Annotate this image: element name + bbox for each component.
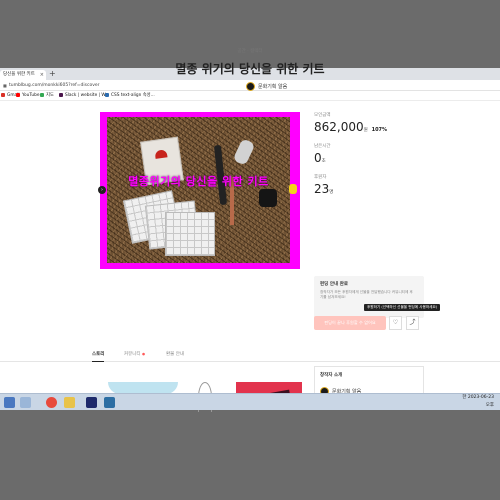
sticker-sheet <box>165 212 215 256</box>
url-text[interactable]: tumblbug.com/monkki605?ref=discover <box>9 80 100 91</box>
tab-story[interactable]: 스토리 <box>92 348 105 362</box>
kit-device <box>259 189 277 207</box>
chrome-icon[interactable] <box>46 397 57 408</box>
system-tray[interactable]: 한 2023-06-23 오후 <box>462 394 494 410</box>
project-photo: 멸종위기의 당신을 위한 키트 <box>107 117 290 263</box>
share-icon[interactable]: ⤴ <box>406 316 419 330</box>
backers-count: 23명 <box>314 182 334 196</box>
kit-tool <box>232 138 256 166</box>
image-overlay-text: 멸종위기의 당신을 위한 키트 <box>128 175 269 188</box>
folder-icon[interactable] <box>64 397 75 408</box>
remaining-label: 남은시간 <box>314 144 331 149</box>
raised-label: 모인금액 <box>314 113 331 118</box>
bookmark-maps[interactable]: 지도 <box>40 91 54 101</box>
tooltip: 후원하기 (선택하신 선물을 펀딩에 사용하세요) <box>364 304 441 311</box>
slack-icon <box>59 92 63 97</box>
back-project-button[interactable]: 펀딩이 끝나 후원할 수 없어요 <box>314 316 386 330</box>
lock-icon: ■ <box>3 83 7 88</box>
project-image: 멸종위기의 당신을 위한 키트 › <box>98 112 300 269</box>
project-tabs: 스토리 커뮤니티 ● 환불 안내 <box>0 348 500 362</box>
photoshop-icon[interactable] <box>86 397 97 408</box>
remaining-time: 0초 <box>314 151 326 165</box>
backers-label: 후원자 <box>314 175 327 180</box>
notification-badge: ● <box>142 352 146 356</box>
heart-icon[interactable]: ♡ <box>389 316 402 330</box>
prev-image-icon[interactable]: › <box>98 186 106 194</box>
funding-info-title: 펀딩 안내 완료 <box>320 282 348 287</box>
explorer-icon[interactable] <box>20 397 31 408</box>
vscode-icon[interactable] <box>104 397 115 408</box>
sticker-icon <box>289 184 297 194</box>
tray-time: 오후 <box>485 403 494 408</box>
creator-card-title: 창작자 소개 <box>320 373 343 378</box>
page-title: 멸종 위기의 당신을 위한 키트 <box>175 62 325 76</box>
avatar <box>246 82 255 91</box>
bookmark-slack[interactable]: Slack | website | W... <box>59 91 109 101</box>
creator-link[interactable]: 문화기획 알음 <box>246 82 287 92</box>
bookmarks-bar: Gmail YouTube 지도 Slack | website | W... … <box>0 91 500 101</box>
start-icon[interactable] <box>4 397 15 408</box>
project-category[interactable]: 공간 · 컬렉터 <box>0 48 500 54</box>
funding-info-body: 창작자가 모든 후원자에게 선물을 전달했습니다 커뮤니티에 후기를 남겨보세요… <box>320 290 413 299</box>
bookmark-css[interactable]: CSS text-align 속성... <box>105 91 155 101</box>
css-icon <box>105 92 109 97</box>
tab-refund[interactable]: 환불 안내 <box>166 348 184 361</box>
funding-percent: 107% <box>371 127 388 133</box>
bookmark-youtube[interactable]: YouTube <box>16 91 39 101</box>
maps-icon <box>40 92 44 97</box>
creator-name: 문화기획 알음 <box>258 84 288 90</box>
windows-taskbar: 한 2023-06-23 오후 <box>0 393 500 410</box>
stats-panel: 모인금액 862,000원 107% 남은시간 0초 후원자 23명 <box>314 112 429 196</box>
funding-info-box: 펀딩 안내 완료 창작자가 모든 후원자에게 선물을 전달했습니다 커뮤니티에 … <box>314 276 424 318</box>
tray-text: 한 2023-06-23 <box>462 395 494 400</box>
youtube-icon <box>16 92 20 97</box>
tab-community[interactable]: 커뮤니티 ● <box>124 348 145 361</box>
raised-amount: 862,000원 107% <box>314 120 388 134</box>
gmail-icon <box>1 92 5 97</box>
